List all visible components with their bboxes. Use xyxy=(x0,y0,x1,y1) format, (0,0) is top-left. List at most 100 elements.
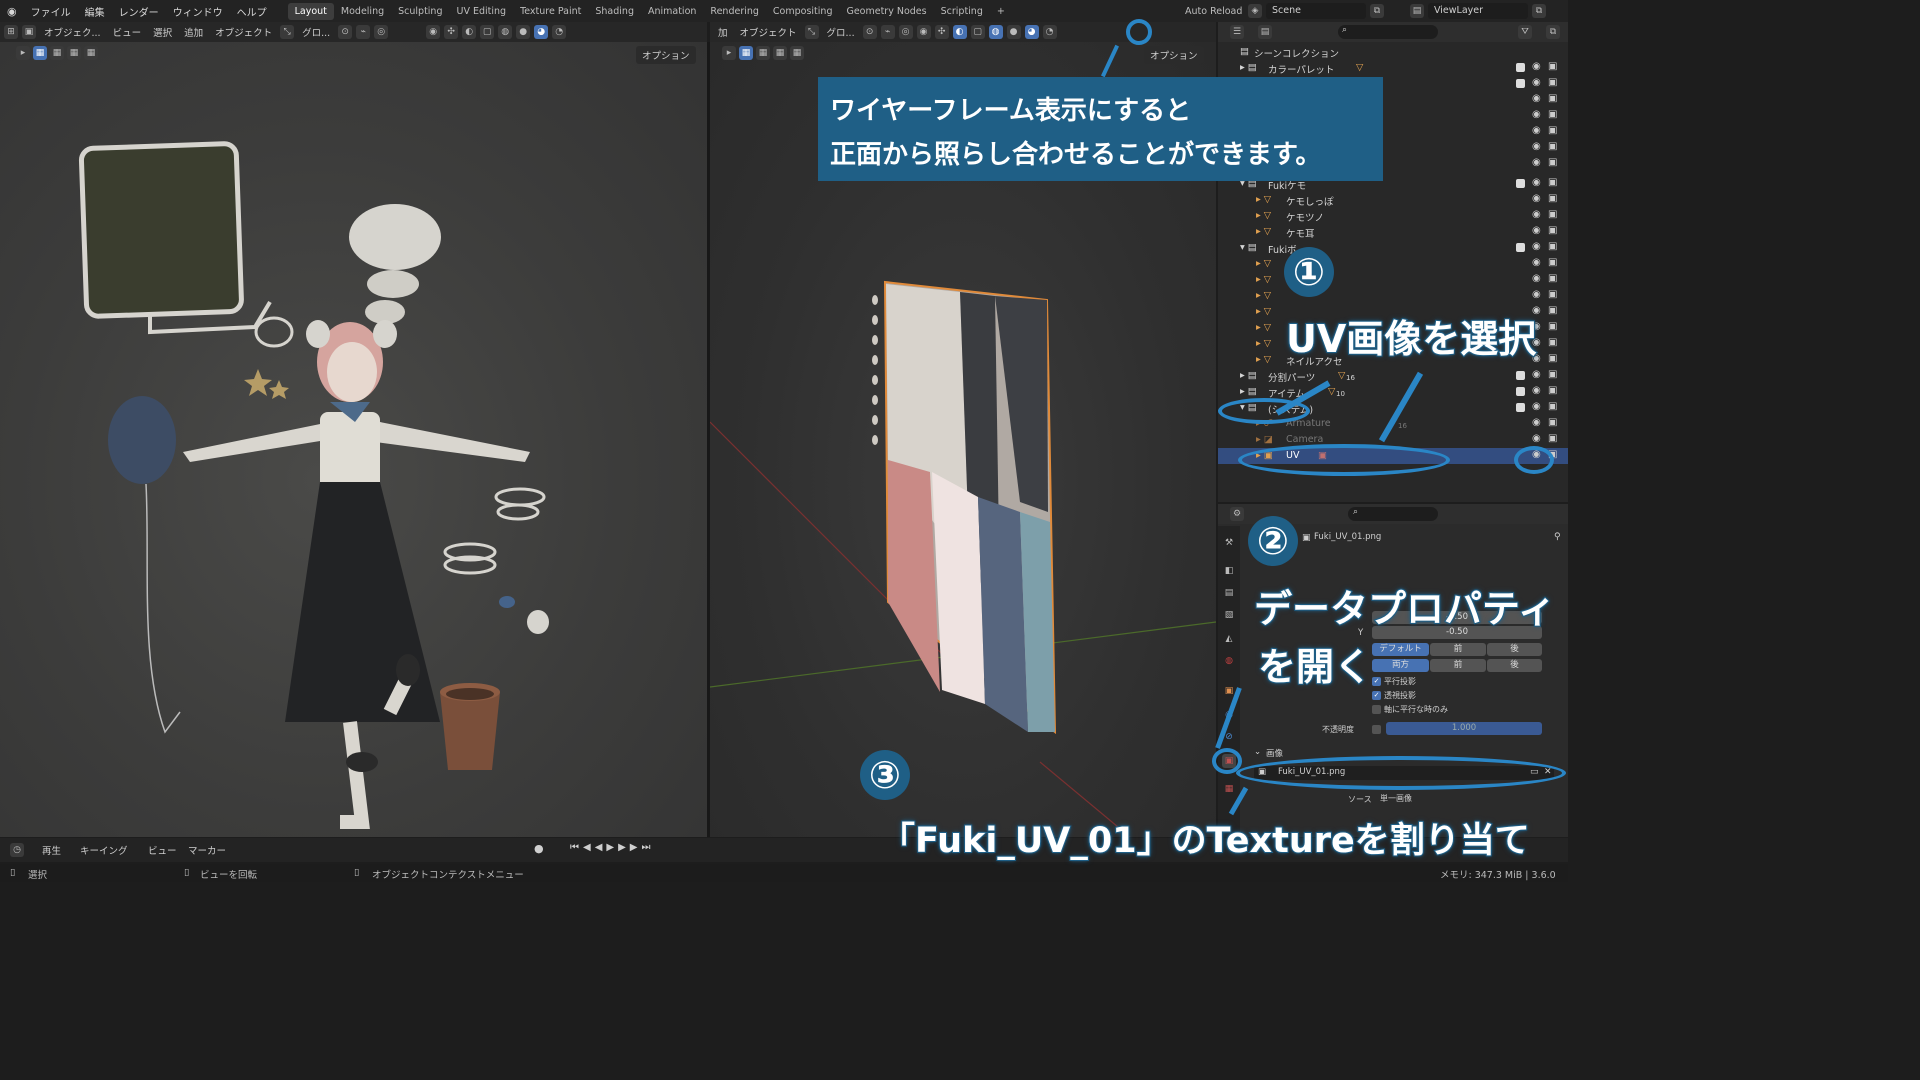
camera-icon[interactable]: ▣ xyxy=(1548,193,1557,204)
depth-default-button[interactable]: デフォルト xyxy=(1372,643,1429,656)
chevron-down-icon[interactable]: ⌄ xyxy=(1254,747,1261,757)
camera-icon[interactable]: ▣ xyxy=(1548,109,1557,120)
blender-logo-icon[interactable]: ◉ xyxy=(0,5,24,18)
tab-uv-editing[interactable]: UV Editing xyxy=(450,3,514,20)
editor-type-icon[interactable]: ☰ xyxy=(1230,25,1244,39)
menu-add[interactable]: 追加 xyxy=(180,25,207,39)
list-item[interactable]: ▸ ▽ xyxy=(1218,256,1568,272)
camera-icon[interactable]: ▣ xyxy=(1548,433,1557,444)
eye-icon[interactable]: ◉ xyxy=(1532,209,1541,220)
xray-icon[interactable]: ▢ xyxy=(480,25,495,39)
pivot-icon[interactable]: ⊙ xyxy=(338,25,353,39)
proportional-edit-icon[interactable]: ◎ xyxy=(374,25,389,39)
menu-add[interactable]: 加 xyxy=(714,25,732,39)
eye-icon[interactable]: ◉ xyxy=(1532,385,1541,396)
menu-window[interactable]: ウィンドウ xyxy=(166,4,230,19)
scene-icon[interactable]: ◈ xyxy=(1248,4,1262,18)
collection-exclude-checkbox[interactable] xyxy=(1516,387,1525,396)
menu-object[interactable]: オブジェクト xyxy=(736,25,801,39)
scene-tab-icon[interactable]: ◭ xyxy=(1222,632,1236,646)
tab-texture-paint[interactable]: Texture Paint xyxy=(513,3,588,20)
pin-icon[interactable]: ⚲ xyxy=(1554,532,1561,542)
output-tab-icon[interactable]: ▤ xyxy=(1222,586,1236,600)
camera-icon[interactable]: ▣ xyxy=(1548,61,1557,72)
pivot-icon[interactable]: ⊙ xyxy=(862,25,877,39)
collection-exclude-checkbox[interactable] xyxy=(1516,371,1525,380)
transform-orientation-icon[interactable]: ⤡ xyxy=(804,25,819,39)
axis-aligned-checkbox[interactable] xyxy=(1372,705,1381,714)
eye-icon[interactable]: ◉ xyxy=(1532,225,1541,236)
tab-scripting[interactable]: Scripting xyxy=(934,3,990,20)
list-item[interactable]: ▸ ▽ xyxy=(1218,272,1568,288)
left-3d-viewport[interactable]: ▸ ▦ ▦ ▦ ▦ オプション xyxy=(0,42,707,837)
tab-modeling[interactable]: Modeling xyxy=(334,3,391,20)
camera-icon[interactable]: ▣ xyxy=(1548,209,1557,220)
eye-icon[interactable]: ◉ xyxy=(1532,77,1541,88)
wireframe-shading-icon[interactable]: ◍ xyxy=(988,25,1003,39)
add-workspace-button[interactable]: + xyxy=(990,3,1012,20)
object-mode-dropdown[interactable]: オブジェク... xyxy=(40,25,105,39)
scene-selector[interactable]: Scene xyxy=(1266,3,1366,19)
xray-icon[interactable]: ▢ xyxy=(970,25,985,39)
overlay-icon[interactable]: ◐ xyxy=(952,25,967,39)
eye-icon[interactable]: ◉ xyxy=(1532,125,1541,136)
new-view-layer-icon[interactable]: ⧉ xyxy=(1532,4,1546,18)
camera-icon[interactable]: ▣ xyxy=(1548,273,1557,284)
wireframe-shading-icon[interactable]: ◍ xyxy=(498,25,513,39)
render-tab-icon[interactable]: ◧ xyxy=(1222,564,1236,578)
eye-icon[interactable]: ◉ xyxy=(1532,273,1541,284)
side-both-button[interactable]: 両方 xyxy=(1372,659,1429,672)
menu-view[interactable]: ビュー xyxy=(109,25,146,39)
collection-exclude-checkbox[interactable] xyxy=(1516,63,1525,72)
eye-icon[interactable]: ◉ xyxy=(1532,433,1541,444)
eye-icon[interactable]: ◉ xyxy=(1532,93,1541,104)
tab-sculpting[interactable]: Sculpting xyxy=(391,3,449,20)
editor-type-icon[interactable]: ◷ xyxy=(10,843,24,857)
list-item[interactable]: ▸ ▽ ケモ耳 xyxy=(1218,224,1568,240)
camera-icon[interactable]: ▣ xyxy=(1548,157,1557,168)
eye-icon[interactable]: ◉ xyxy=(1532,177,1541,188)
depth-front-button[interactable]: 前 xyxy=(1430,643,1486,656)
overlay-icon[interactable]: ◐ xyxy=(462,25,477,39)
eye-icon[interactable]: ◉ xyxy=(1532,417,1541,428)
camera-icon[interactable]: ▣ xyxy=(1548,77,1557,88)
visibility-icon[interactable]: ◉ xyxy=(426,25,441,39)
view-layer-selector[interactable]: ViewLayer xyxy=(1428,3,1528,19)
editor-type-icon[interactable]: ⊞ xyxy=(4,25,18,39)
list-item[interactable]: ▸ ▽ ケモしっぽ xyxy=(1218,192,1568,208)
eye-icon[interactable]: ◉ xyxy=(1532,369,1541,380)
collection-exclude-checkbox[interactable] xyxy=(1516,79,1525,88)
camera-icon[interactable]: ▣ xyxy=(1548,289,1557,300)
snap-icon[interactable]: ⌁ xyxy=(356,25,371,39)
scene-collection-row[interactable]: ▤ シーンコレクション xyxy=(1218,44,1568,60)
visibility-icon[interactable]: ◉ xyxy=(916,25,931,39)
depth-back-button[interactable]: 後 xyxy=(1487,643,1542,656)
playback-controls[interactable]: ⏮◀◀▶▶▶⏭ xyxy=(570,842,654,853)
menu-file[interactable]: ファイル xyxy=(24,4,78,19)
rendered-shading-icon[interactable]: ◔ xyxy=(1042,25,1057,39)
filter-icon[interactable]: ⛛ xyxy=(1518,25,1532,39)
camera-icon[interactable]: ▣ xyxy=(1548,141,1557,152)
opacity-slider[interactable]: 1.000 xyxy=(1386,722,1542,735)
eye-icon[interactable]: ◉ xyxy=(1532,401,1541,412)
camera-icon[interactable]: ▣ xyxy=(1548,417,1557,428)
orientation-dropdown[interactable]: グロ... xyxy=(823,25,859,39)
collection-exclude-checkbox[interactable] xyxy=(1516,403,1525,412)
tab-layout[interactable]: Layout xyxy=(287,2,334,20)
eye-icon[interactable]: ◉ xyxy=(1532,109,1541,120)
menu-object[interactable]: オブジェクト xyxy=(211,25,276,39)
camera-icon[interactable]: ▣ xyxy=(1548,125,1557,136)
menu-help[interactable]: ヘルプ xyxy=(230,4,274,19)
camera-icon[interactable]: ▣ xyxy=(1548,321,1557,332)
tab-rendering[interactable]: Rendering xyxy=(703,3,766,20)
camera-icon[interactable]: ▣ xyxy=(1548,369,1557,380)
camera-icon[interactable]: ▣ xyxy=(1548,225,1557,236)
auto-reload-label[interactable]: Auto Reload xyxy=(1178,3,1249,20)
tab-geometry-nodes[interactable]: Geometry Nodes xyxy=(839,3,933,20)
collection-exclude-checkbox[interactable] xyxy=(1516,243,1525,252)
solid-shading-icon[interactable]: ● xyxy=(1006,25,1021,39)
view-layer-tab-icon[interactable]: ▧ xyxy=(1222,608,1236,622)
source-dropdown[interactable]: 単一画像 xyxy=(1380,793,1412,804)
record-icon[interactable]: ● xyxy=(534,842,544,855)
side-back-button[interactable]: 後 xyxy=(1487,659,1542,672)
